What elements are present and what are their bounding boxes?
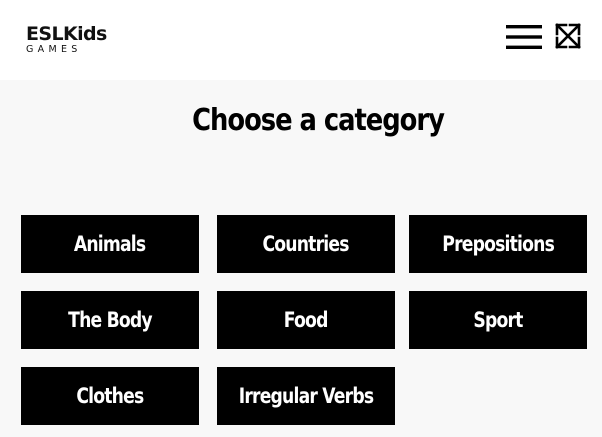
top-bar: ESLKids GAMES [0,0,602,80]
category-label: Food [284,308,329,332]
category-button-clothes[interactable]: Clothes [21,367,199,425]
category-label: Clothes [76,384,144,408]
logo-wordmark: ESLKids [26,23,107,45]
category-label: Prepositions [442,232,555,256]
category-label: Animals [74,232,146,256]
hamburger-menu-icon [506,25,542,49]
page-title: Choose a category [192,103,445,138]
fullscreen-button[interactable] [554,22,582,50]
category-button-irregular-verbs[interactable]: Irregular Verbs [217,367,395,425]
logo-subtitle: GAMES [26,44,82,55]
category-label: Sport [473,308,523,332]
menu-button[interactable] [506,24,542,50]
category-button-animals[interactable]: Animals [21,215,199,273]
category-button-countries[interactable]: Countries [217,215,395,273]
category-button-the-body[interactable]: The Body [21,291,199,349]
category-label: The Body [68,308,152,332]
game-page: ESLKids GAMES Choose a category Animals … [0,0,602,437]
category-button-sport[interactable]: Sport [409,291,587,349]
category-label: Irregular Verbs [238,384,374,408]
eslkids-logo[interactable]: ESLKids GAMES [26,24,108,58]
category-label: Countries [262,232,350,256]
category-button-food[interactable]: Food [217,291,395,349]
category-button-prepositions[interactable]: Prepositions [409,215,587,273]
expand-arrows-icon [555,23,581,49]
